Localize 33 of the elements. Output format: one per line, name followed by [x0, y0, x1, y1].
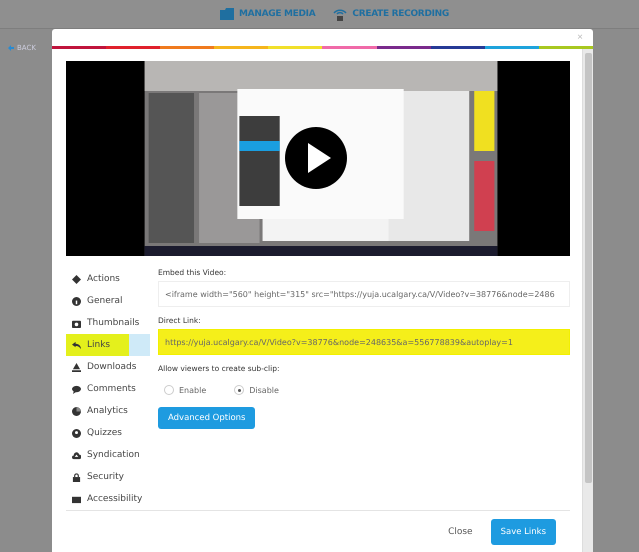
- sidebar-item[interactable]: Quizzes: [66, 422, 150, 444]
- radio-icon[interactable]: [234, 385, 244, 395]
- sidebar-item[interactable]: Syndication: [66, 444, 150, 466]
- pie-icon: [72, 406, 81, 416]
- sidebar-item[interactable]: Accessibility: [66, 488, 150, 510]
- sidebar-item[interactable]: Thumbnails: [66, 312, 150, 334]
- radio-option[interactable]: Disable: [234, 385, 279, 395]
- question-icon: [72, 428, 81, 438]
- embed-code-field[interactable]: <iframe width="560" height="315" src="https://yuja.ucalgary.ca/V/Video?v=38776&node=2486: [158, 281, 570, 307]
- sidebar-item[interactable]: Comments: [66, 378, 150, 400]
- sidebar-item[interactable]: Security: [66, 466, 150, 488]
- camera-icon: [72, 318, 81, 328]
- radio-icon[interactable]: [164, 385, 174, 395]
- info-icon: [72, 296, 81, 306]
- reply-arrow-icon: [72, 340, 81, 350]
- captions-icon: [72, 494, 81, 504]
- sidebar-item[interactable]: Actions: [66, 268, 150, 290]
- close-button[interactable]: Close: [442, 526, 479, 538]
- radio-option[interactable]: Enable: [164, 385, 206, 395]
- folder-icon: [220, 8, 234, 20]
- sidebar-item[interactable]: Links: [66, 334, 150, 356]
- direct-link-field[interactable]: https://yuja.ucalgary.ca/V/Video?v=38776&node=248635&a=556778839&autoplay=1: [158, 329, 570, 355]
- play-icon[interactable]: [285, 127, 347, 189]
- lock-icon: [72, 472, 81, 482]
- diamond-icon: [72, 274, 81, 284]
- sidebar-item[interactable]: Downloads: [66, 356, 150, 378]
- broadcast-icon: [333, 8, 348, 20]
- back-arrow-icon: [8, 45, 14, 51]
- comment-icon: [72, 384, 81, 394]
- sidebar-item[interactable]: Analytics: [66, 400, 150, 422]
- download-icon: [72, 362, 81, 372]
- sidebar-item[interactable]: General: [66, 290, 150, 312]
- cloud-upload-icon: [72, 450, 81, 460]
